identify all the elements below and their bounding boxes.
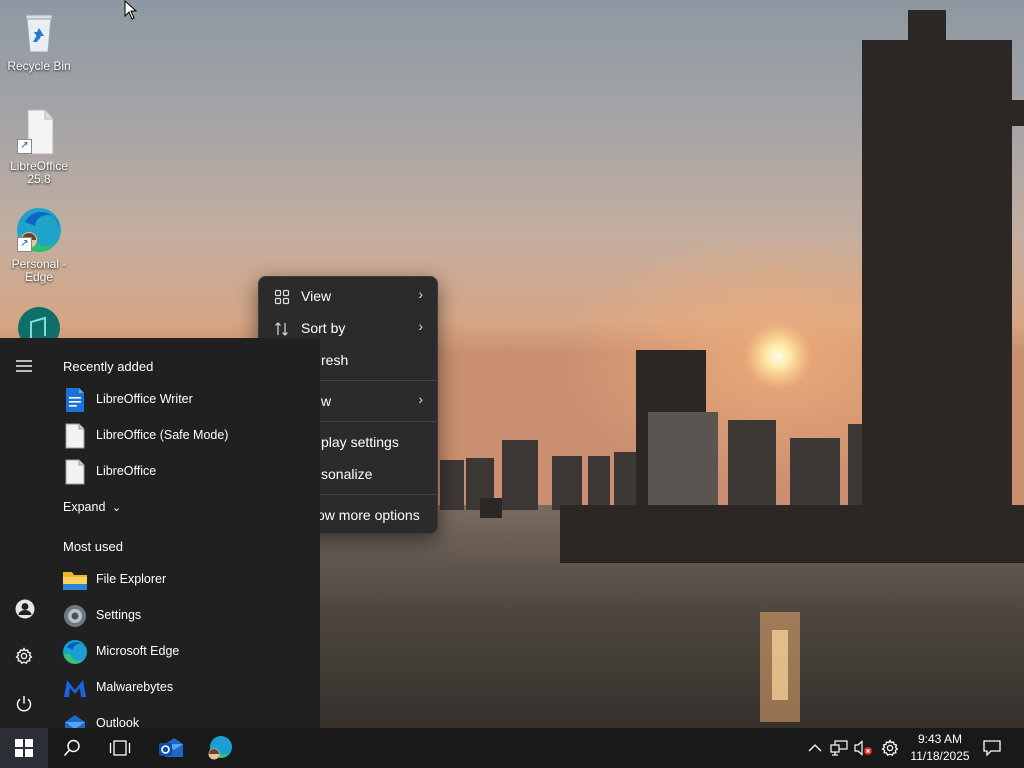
shortcut-arrow-icon: ↗ [17,237,32,252]
libreoffice-doc-icon [62,459,88,485]
edge-icon [62,639,88,665]
context-menu-label: sonalize [321,466,373,482]
app-libreoffice-writer[interactable]: LibreOffice Writer [62,382,317,416]
app-label: LibreOffice [96,464,157,478]
desktop-icon-label: LibreOffice 25.8 [10,159,68,186]
mouse-cursor-icon [124,0,138,20]
desktop-icon-recycle-bin[interactable]: Recycle Bin [1,8,77,73]
desktop-icon-label: Personal - Edge [11,257,67,284]
app-libreoffice[interactable]: LibreOffice [62,454,317,488]
chevron-right-icon: › [418,391,423,407]
hamburger-icon [16,360,32,372]
app-label: LibreOffice Writer [96,392,193,406]
app-label: Settings [96,608,142,622]
task-view-button[interactable] [96,728,144,768]
taskbar-outlook[interactable] [147,728,195,768]
chevron-up-icon [808,744,822,752]
expand-button[interactable]: Expand ⌄ [63,500,121,514]
context-menu-label: Sort by [301,320,346,336]
app-malwarebytes[interactable]: Malwarebytes [62,670,317,704]
start-button[interactable] [0,728,48,768]
notification-icon [983,740,1001,756]
gear-icon [15,647,33,665]
outlook-icon [159,738,183,757]
libreoffice-doc-icon [62,423,88,449]
windows-logo-icon [15,739,33,757]
search-icon [63,739,80,757]
taskbar-clock[interactable]: 9:43 AM 11/18/2025 [906,731,974,765]
desktop-icon-libreoffice[interactable]: ↗ LibreOffice 25.8 [1,108,77,186]
shortcut-arrow-icon: ↗ [17,139,32,154]
context-menu-label: View [301,288,332,304]
user-avatar-icon [15,599,35,619]
recycle-bin-icon [15,8,63,56]
desktop-icon-personal-edge[interactable]: ↗ Personal - Edge [1,206,77,284]
search-button[interactable] [48,728,96,768]
app-libreoffice-safe-mode[interactable]: LibreOffice (Safe Mode) [62,418,317,452]
app-outlook[interactable]: Outlook [62,706,317,728]
hamburger-menu-button[interactable] [0,346,48,386]
power-button[interactable] [0,684,48,724]
malwarebytes-icon [62,675,88,701]
network-button[interactable] [828,728,850,768]
grid-view-icon [274,289,290,305]
task-view-icon [109,740,131,756]
context-menu-label: ow more options [317,507,420,523]
context-menu-view[interactable]: View › [259,281,437,311]
settings-rail-button[interactable] [0,636,48,676]
context-menu-label: play settings [321,434,399,450]
desktop-icon-label: Recycle Bin [7,59,71,73]
recently-added-header: Recently added [63,359,154,374]
settings-tray-button[interactable] [878,728,902,768]
sort-icon [274,321,290,337]
start-menu: Recently added LibreOffice Writer LibreO… [0,338,320,728]
edge-profile-icon: ↗ [15,206,63,254]
account-button[interactable] [0,588,48,628]
power-icon [16,696,32,712]
app-label: LibreOffice (Safe Mode) [96,428,229,442]
taskbar-edge[interactable] [196,728,244,768]
outlook-icon [62,711,88,728]
context-menu-label: w [321,393,332,409]
volume-muted-icon [854,740,872,756]
chevron-right-icon: › [418,318,423,334]
app-label: File Explorer [96,572,167,586]
most-used-header: Most used [63,539,123,554]
network-icon [830,740,848,756]
gear-icon [62,603,88,629]
show-hidden-icons-button[interactable] [804,728,826,768]
volume-button[interactable] [852,728,874,768]
notification-center-button[interactable] [978,728,1006,768]
libreoffice-icon: ↗ [15,108,63,156]
app-label: Microsoft Edge [96,644,180,658]
taskbar: 9:43 AM 11/18/2025 [0,728,1024,768]
clock-time: 9:43 AM [917,732,963,746]
start-menu-rail [0,338,48,728]
clock-date: 11/18/2025 [910,749,970,763]
chevron-right-icon: › [418,286,423,302]
gear-icon [881,739,899,757]
app-label: Malwarebytes [96,680,174,694]
app-microsoft-edge[interactable]: Microsoft Edge [62,634,317,668]
edge-profile-icon [208,736,232,760]
folder-icon [62,567,88,593]
context-menu-label: resh [321,352,349,368]
libreoffice-writer-icon [62,387,88,413]
app-file-explorer[interactable]: File Explorer [62,562,317,596]
expand-label: Expand [63,500,106,514]
app-settings[interactable]: Settings [62,598,317,632]
app-label: Outlook [96,716,140,728]
chevron-down-icon: ⌄ [111,502,122,514]
